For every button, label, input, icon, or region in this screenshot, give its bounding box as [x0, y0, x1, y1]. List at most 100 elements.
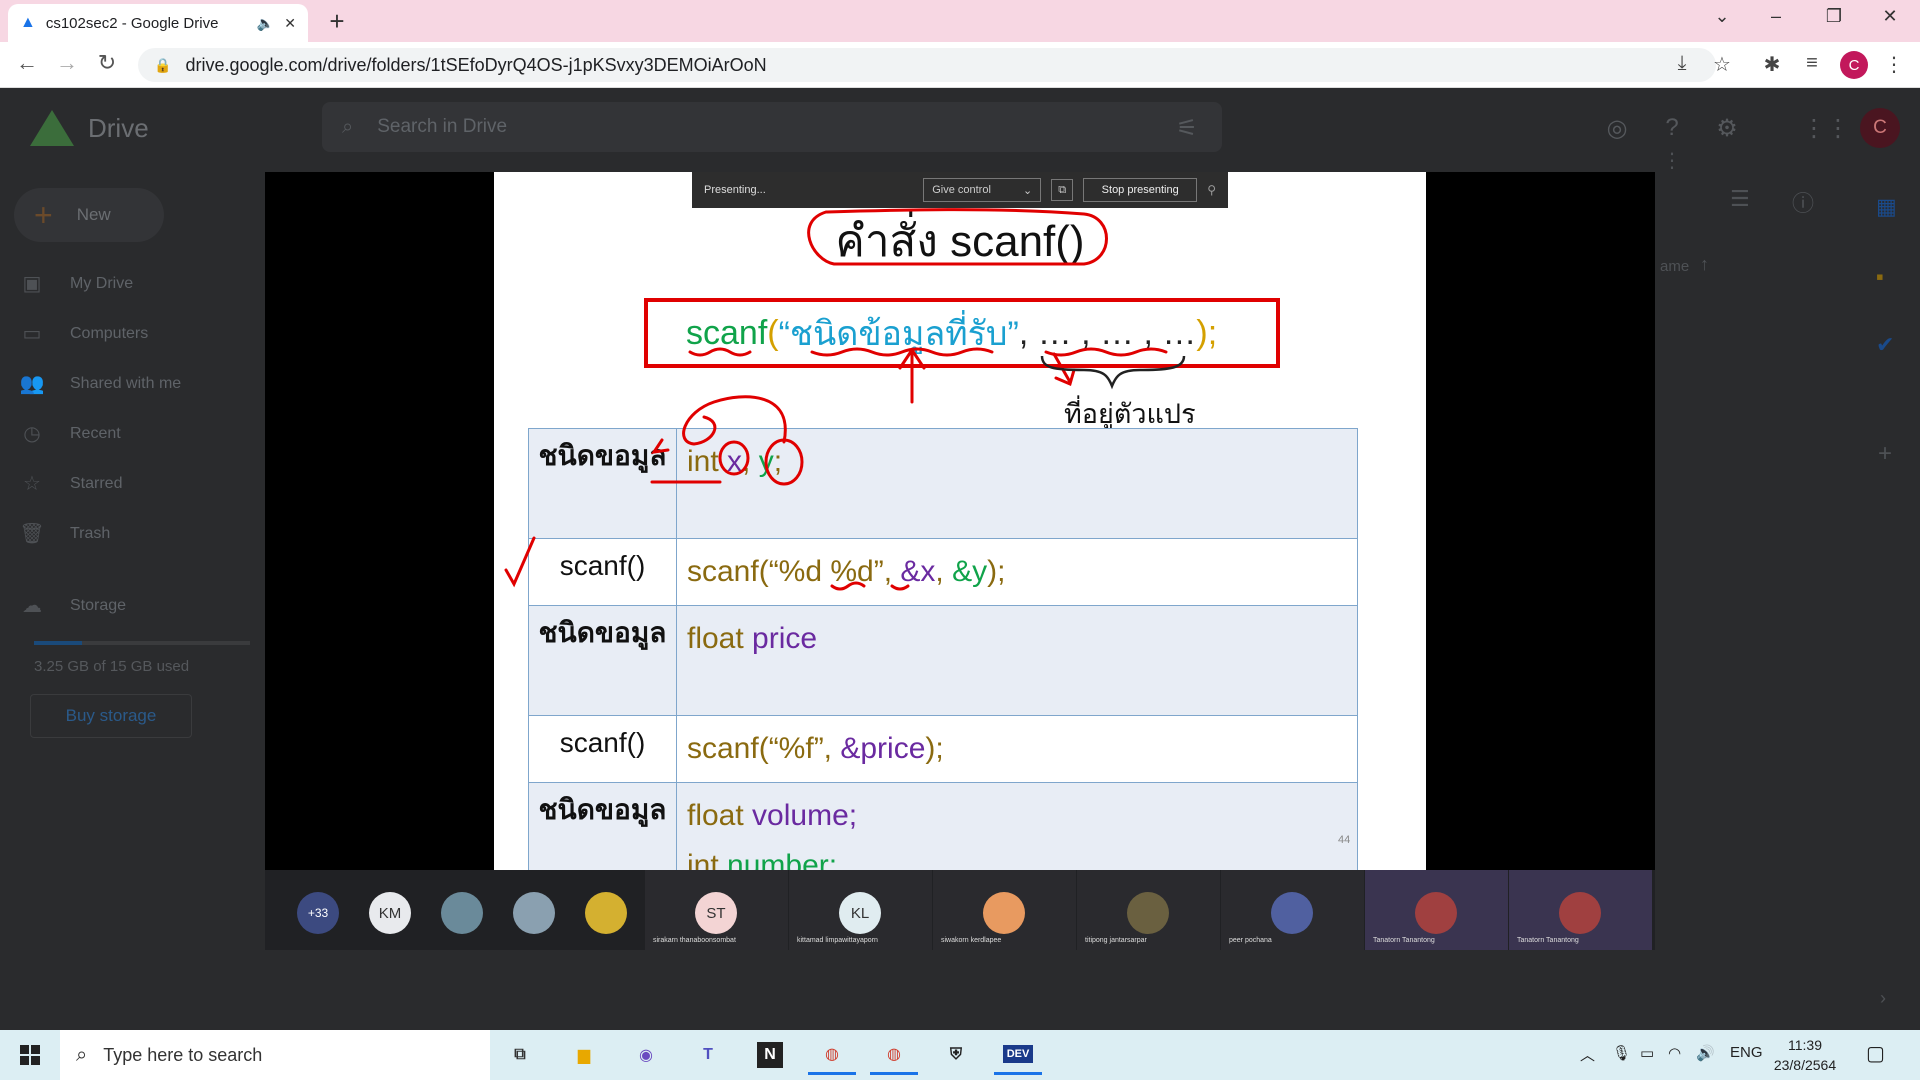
calendar-icon[interactable]: ▦ — [1876, 194, 1897, 220]
tray-overflow-icon[interactable]: ︿ — [1580, 1044, 1595, 1065]
profile-avatar[interactable]: C — [1840, 51, 1868, 79]
chrome-profile-icon[interactable]: ◍ — [870, 1035, 918, 1075]
checkmark-annotation — [504, 536, 536, 588]
search-options-icon[interactable]: ⚟ — [1172, 114, 1202, 143]
drive-account-avatar[interactable]: C — [1860, 108, 1900, 148]
restore-button[interactable]: ❐ — [1814, 6, 1854, 27]
participant-avatar — [983, 892, 1025, 934]
devcpp-icon[interactable]: DEV — [994, 1035, 1042, 1075]
notifications-icon[interactable]: ▢ — [1866, 1041, 1885, 1066]
sort-name-label[interactable]: ame — [1660, 258, 1689, 275]
settings-gear-icon[interactable]: ⚙ — [1712, 114, 1742, 143]
sidebar-item-starred[interactable]: ☆ Starred — [14, 471, 122, 496]
participant-tile[interactable]: siwakorn kerdlapee — [933, 870, 1076, 950]
tab-audio-icon[interactable]: 🔈 — [257, 15, 274, 32]
participant-avatar[interactable] — [441, 892, 483, 934]
list-view-icon[interactable]: ☰ — [1730, 186, 1750, 212]
sidebar-item-recent[interactable]: ◷ Recent — [14, 421, 120, 446]
sidebar-item-storage[interactable]: ☁ Storage — [14, 593, 126, 618]
participant-tile[interactable]: Tanatorn Tanantong — [1365, 870, 1508, 950]
volume-icon[interactable]: 🔊 — [1696, 1044, 1715, 1062]
microphone-icon[interactable]: 🎙 — [1612, 1044, 1631, 1062]
help-icon[interactable]: ? — [1657, 114, 1687, 142]
sidebar-item-shared[interactable]: 👥 Shared with me — [14, 371, 182, 396]
new-tab-button[interactable]: + — [322, 6, 352, 37]
tab-strip: ▲ cs102sec2 - Google Drive 🔈 ✕ + ⌄ – ❐ ✕ — [0, 0, 1920, 42]
taskbar-search-input[interactable]: Type here to search — [103, 1045, 262, 1066]
taskbar-clock[interactable]: 11:39 23/8/2564 — [1770, 1035, 1840, 1075]
tab-title: cs102sec2 - Google Drive — [45, 14, 219, 32]
participant-tile[interactable]: peer pochana — [1221, 870, 1364, 950]
apps-grid-icon[interactable]: ⋮⋮ — [1802, 114, 1850, 143]
offline-status-icon[interactable]: ◎ — [1602, 114, 1632, 143]
new-button[interactable]: + New — [14, 188, 164, 242]
reload-icon[interactable]: ↻ — [92, 50, 122, 76]
shared-icon: 👥 — [19, 373, 45, 395]
participant-tile[interactable]: KL kittamad limpawittayaporn — [789, 870, 932, 950]
battery-icon[interactable]: ▭ — [1640, 1044, 1654, 1062]
participant-avatar — [1127, 892, 1169, 934]
teams-icon[interactable]: T — [684, 1035, 732, 1075]
buy-storage-button[interactable]: Buy storage — [30, 694, 192, 738]
chrome-icon[interactable]: ◍ — [808, 1035, 856, 1075]
messenger-icon[interactable]: ◉ — [622, 1035, 670, 1075]
wifi-icon[interactable]: ◠ — [1668, 1044, 1681, 1062]
tab-search-icon[interactable]: ⌄ — [1702, 6, 1742, 27]
security-shield-icon[interactable]: ⛨ — [932, 1035, 980, 1075]
start-button[interactable] — [0, 1030, 60, 1080]
screen-share-icon[interactable]: ⧉ — [1051, 179, 1074, 201]
give-control-dropdown[interactable]: Give control ⌄ — [923, 178, 1042, 202]
storage-bar — [34, 641, 250, 645]
browser-tab[interactable]: ▲ cs102sec2 - Google Drive 🔈 ✕ — [8, 4, 308, 42]
x-circle-annotation — [718, 440, 750, 476]
participant-avatar — [1559, 892, 1601, 934]
my-drive-icon: ▣ — [22, 273, 42, 295]
overflow-count[interactable]: +33 — [297, 892, 339, 934]
close-window-button[interactable]: ✕ — [1870, 6, 1910, 27]
info-icon[interactable]: ⓘ — [1792, 186, 1814, 218]
menu-dots-icon[interactable]: ⋮ — [1880, 52, 1908, 77]
y-circle-annotation — [764, 438, 804, 486]
sidebar-item-computers[interactable]: ▭ Computers — [14, 321, 149, 346]
minimize-button[interactable]: – — [1756, 6, 1796, 27]
pin-icon[interactable]: ⚲ — [1207, 183, 1216, 197]
more-dots-icon[interactable]: ⋮ — [1662, 148, 1682, 173]
keep-icon[interactable]: ▪ — [1876, 264, 1884, 290]
participant-avatar[interactable] — [513, 892, 555, 934]
drive-favicon-icon: ▲ — [20, 14, 36, 31]
taskbar-search[interactable]: ⌕ Type here to search — [60, 1030, 490, 1080]
bookmark-star-icon[interactable]: ☆ — [1708, 52, 1736, 77]
sidebar-item-trash[interactable]: 🗑 Trash — [14, 521, 110, 546]
sidebar-item-label: Storage — [70, 596, 127, 614]
media-control-icon[interactable]: ≡ — [1798, 52, 1826, 75]
add-addon-icon[interactable]: + — [1878, 440, 1892, 468]
participant-tile[interactable]: titipong jantarsarpar — [1077, 870, 1220, 950]
drive-logo[interactable]: Drive — [30, 110, 149, 146]
tasks-icon[interactable]: ✔ — [1876, 332, 1894, 358]
language-indicator[interactable]: ENG — [1730, 1044, 1763, 1061]
string-underline-annotation — [810, 347, 994, 357]
participant-tile[interactable]: ST sirakarn thanaboonsombat — [645, 870, 788, 950]
drive-search-bar[interactable]: ⌕ Search in Drive — [322, 102, 1222, 152]
participant-name: kittamad limpawittayaporn — [797, 937, 878, 944]
forward-icon[interactable]: → — [52, 50, 82, 76]
notion-icon[interactable]: N — [746, 1035, 794, 1075]
stop-presenting-button[interactable]: Stop presenting — [1083, 178, 1198, 202]
participant-avatar[interactable] — [585, 892, 627, 934]
tab-close-icon[interactable]: ✕ — [284, 15, 296, 32]
install-icon[interactable]: ⤓ — [1668, 52, 1696, 75]
extensions-icon[interactable]: ✱ — [1758, 52, 1786, 77]
sort-arrow-icon[interactable]: ↑ — [1700, 254, 1709, 275]
search-input[interactable]: Search in Drive — [377, 116, 507, 138]
address-bar[interactable]: 🔒 drive.google.com/drive/folders/1tSEfoD… — [138, 48, 1716, 82]
participant-avatar: KL — [839, 892, 881, 934]
task-view-icon[interactable]: ⧉ — [496, 1035, 544, 1075]
file-explorer-icon[interactable]: ▆ — [560, 1035, 608, 1075]
sidebar-item-label: Computers — [70, 324, 149, 342]
back-icon[interactable]: ← — [12, 50, 42, 76]
participant-tile[interactable]: Tanatorn Tanantong — [1509, 870, 1652, 950]
participant-avatar[interactable]: KM — [369, 892, 411, 934]
side-panel-expand-icon[interactable]: › — [1880, 988, 1886, 1009]
storage-bar-fill — [34, 641, 82, 645]
sidebar-item-my-drive[interactable]: ▣ My Drive — [14, 271, 134, 296]
